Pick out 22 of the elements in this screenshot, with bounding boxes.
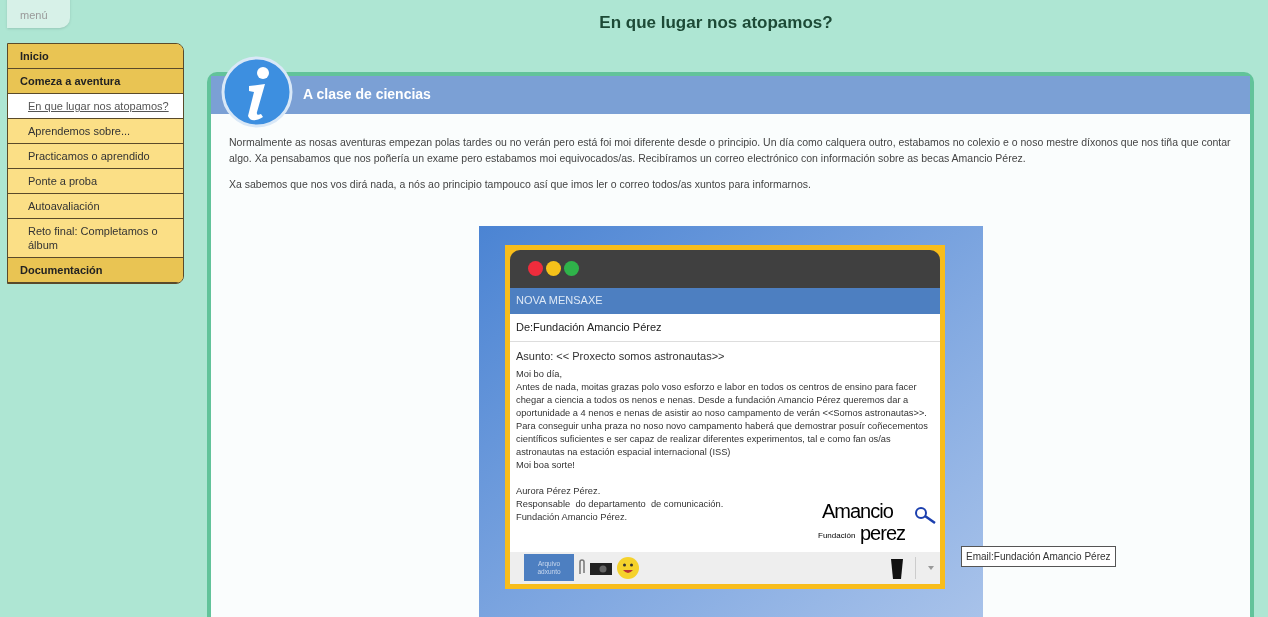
magnifier-icon bbox=[914, 505, 936, 524]
signature-line: Aurora Pérez Pérez. bbox=[516, 485, 601, 498]
paragraph: Normalmente as nosas aventuras empezan polas tardes ou no verán pero está foi moi diferente desde o principio. Un día como calquera outro, estabamos no colexio e o noso mestre díxonos que nos tiña que contar algo. Xa pensabamos que nos poñería un exame pero estabamos moi equivocados/as. Recibíramos un correo electrónico con información sobre as becas Amancio Pérez. bbox=[229, 134, 1232, 166]
page-title: En que lugar nos atopamos? bbox=[599, 12, 833, 34]
signature-line: Responsable do departamento de comunicación. bbox=[516, 498, 724, 511]
panel-title: A clase de ciencias bbox=[303, 85, 431, 104]
email-header: NOVA MENSAXE bbox=[516, 293, 603, 309]
paragraph: Xa sabemos que nos vos dirá nada, a nós ao principio tampouco así que imos ler o correo todos/as xuntos para informarnos. bbox=[229, 176, 812, 192]
tooltip: Email:Fundación Amancio Pérez bbox=[961, 545, 1116, 567]
email-text: Antes de nada, moitas grazas polo voso esforzo e labor en todos os centros de ensino para facer chegar a ciencia a todos os nenos e nenas. Desde a fundación Amancio Pérez queremos dar a oportunidade a 4 nenos e nenas de asistir ao noso campamento de verán <<Somos astronautas>>. Para conseguir unha praza no noso novo campamento haberá que demostrar posuír coñecementos científicos suficientes e ser capaz de realizar diferentes experimentos, tal e como fan os/as astronautas na estación espacial internacional (ISS) bbox=[516, 381, 929, 459]
sidebar-item[interactable]: Comeza a aventura bbox=[8, 69, 183, 94]
email-text: Moi bo día, bbox=[516, 368, 563, 381]
sidebar-item[interactable]: En que lugar nos atopamos? bbox=[8, 94, 183, 119]
trash-icon[interactable] bbox=[891, 556, 903, 579]
sidebar-item[interactable]: Inicio bbox=[8, 44, 183, 69]
logo-caption: Fundación bbox=[818, 529, 856, 542]
subject-line: Asunto: << Proxecto somos astronautas>> bbox=[516, 348, 726, 364]
smiley-icon[interactable] bbox=[616, 555, 640, 580]
sidebar-item[interactable]: Documentación bbox=[8, 258, 183, 283]
camera-icon[interactable] bbox=[590, 560, 612, 575]
email-text: Moi boa sorte! bbox=[516, 459, 576, 472]
signature-line: Fundación Amancio Pérez. bbox=[516, 511, 628, 524]
